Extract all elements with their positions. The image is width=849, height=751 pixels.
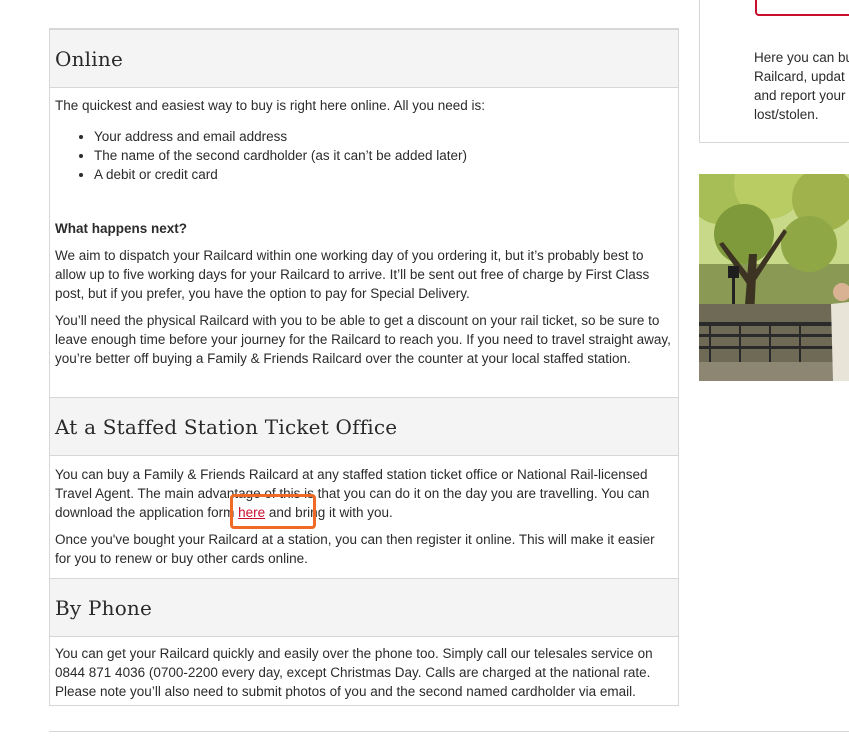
physical-railcard-paragraph: You’ll need the physical Railcard with y… — [55, 313, 671, 366]
sidebar-line: Railcard, updat — [754, 69, 845, 84]
phone-paragraph: You can get your Railcard quickly and ea… — [55, 646, 653, 699]
requirements-list: Your address and email address The name … — [74, 127, 467, 184]
application-form-link[interactable]: here — [238, 505, 265, 520]
park-photo — [699, 174, 849, 381]
list-item: The name of the second cardholder (as it… — [94, 146, 467, 165]
list-item: A debit or credit card — [94, 165, 467, 184]
sidebar-line: and report your — [754, 88, 846, 103]
online-section-header: Online — [50, 29, 678, 88]
phone-heading: By Phone — [55, 596, 153, 620]
register-online-paragraph: Once you've bought your Railcard at a st… — [55, 532, 655, 566]
phone-section-header: By Phone — [50, 578, 678, 637]
sidebar-line: Here you can bu — [754, 50, 849, 65]
station-paragraph: You can buy a Family & Friends Railcard … — [55, 465, 673, 522]
station-heading: At a Staffed Station Ticket Office — [55, 415, 398, 439]
station-text-after: and bring it with you. — [265, 505, 393, 520]
purchase-options-panel: Online The quickest and easiest way to b… — [49, 28, 679, 706]
footer-divider — [49, 731, 849, 732]
list-item: Your address and email address — [94, 127, 467, 146]
sidebar-line: lost/stolen. — [754, 107, 819, 122]
renew-sidebar-box: RENEW YOU Here you can bu Railcard, upda… — [699, 0, 849, 143]
what-happens-next-heading: What happens next? — [55, 221, 188, 236]
online-heading: Online — [55, 47, 123, 71]
online-intro: The quickest and easiest way to buy is r… — [55, 98, 485, 113]
park-photo-illustration — [699, 174, 849, 381]
sidebar-description: Here you can bu Railcard, updat and repo… — [754, 48, 849, 124]
station-section-header: At a Staffed Station Ticket Office — [50, 397, 678, 456]
renew-button[interactable]: RENEW YOU — [755, 0, 849, 16]
dispatch-paragraph: We aim to dispatch your Railcard within … — [55, 248, 650, 301]
